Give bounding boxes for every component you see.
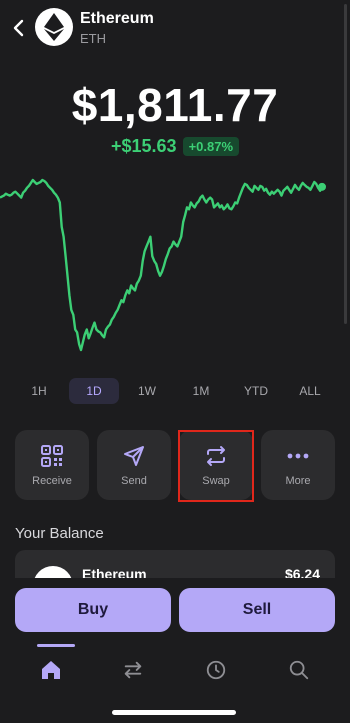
home-indicator (112, 710, 236, 715)
range-tab-1d[interactable]: 1D (69, 378, 119, 404)
range-tab-all[interactable]: ALL (285, 378, 335, 404)
receive-label: Receive (32, 475, 72, 487)
range-tab-1w[interactable]: 1W (122, 378, 172, 404)
nav-search[interactable] (284, 656, 314, 684)
price-chart[interactable] (0, 160, 350, 360)
sell-button[interactable]: Sell (179, 588, 335, 632)
buy-button[interactable]: Buy (15, 588, 171, 632)
more-label: More (285, 475, 311, 487)
ethereum-logo-icon (44, 13, 64, 41)
range-tab-1h[interactable]: 1H (14, 378, 64, 404)
back-button[interactable] (8, 14, 30, 42)
range-tab-1m[interactable]: 1M (176, 378, 226, 404)
price-line (0, 178, 324, 352)
search-icon (289, 660, 309, 680)
swap-arrows-icon (124, 661, 142, 679)
send-label: Send (121, 475, 147, 487)
qr-code-icon (39, 443, 65, 469)
range-tab-ytd[interactable]: YTD (231, 378, 281, 404)
range-tab-label: YTD (244, 384, 268, 398)
nav-activity[interactable] (201, 656, 231, 684)
coin-symbol: ETH (80, 31, 106, 46)
swap-label: Swap (202, 475, 230, 487)
price-change-absolute: +$15.63 (110, 136, 177, 156)
range-tab-label: ALL (299, 384, 321, 398)
range-tab-label: 1H (31, 384, 47, 398)
coin-name: Ethereum (80, 10, 154, 27)
chevron-left-icon (13, 19, 24, 37)
receive-button[interactable]: Receive (15, 430, 89, 500)
send-button[interactable]: Send (97, 430, 171, 500)
nav-active-indicator (37, 644, 75, 647)
coin-avatar (35, 8, 73, 46)
range-tab-label: 1M (192, 384, 210, 398)
current-price-dot (318, 182, 326, 191)
range-tab-label: 1W (138, 384, 156, 398)
price-change-row: +$15.63 +0.87% (0, 136, 350, 157)
nav-home[interactable] (36, 656, 66, 684)
price-change-percent-badge: +0.87% (182, 137, 240, 156)
range-tabs: 1H 1D 1W 1M YTD ALL (0, 378, 350, 406)
more-button[interactable]: More (261, 430, 335, 500)
more-dots-icon (285, 443, 311, 469)
price-value: $1,811.77 (71, 79, 279, 131)
range-tab-label: 1D (86, 384, 102, 398)
nav-swap[interactable] (118, 656, 148, 684)
balance-title: Your Balance (15, 525, 104, 542)
swap-arrows-icon (203, 443, 229, 469)
send-icon (121, 443, 147, 469)
home-icon (42, 661, 60, 679)
clock-icon (206, 660, 226, 680)
swap-button[interactable]: Swap (179, 430, 253, 500)
